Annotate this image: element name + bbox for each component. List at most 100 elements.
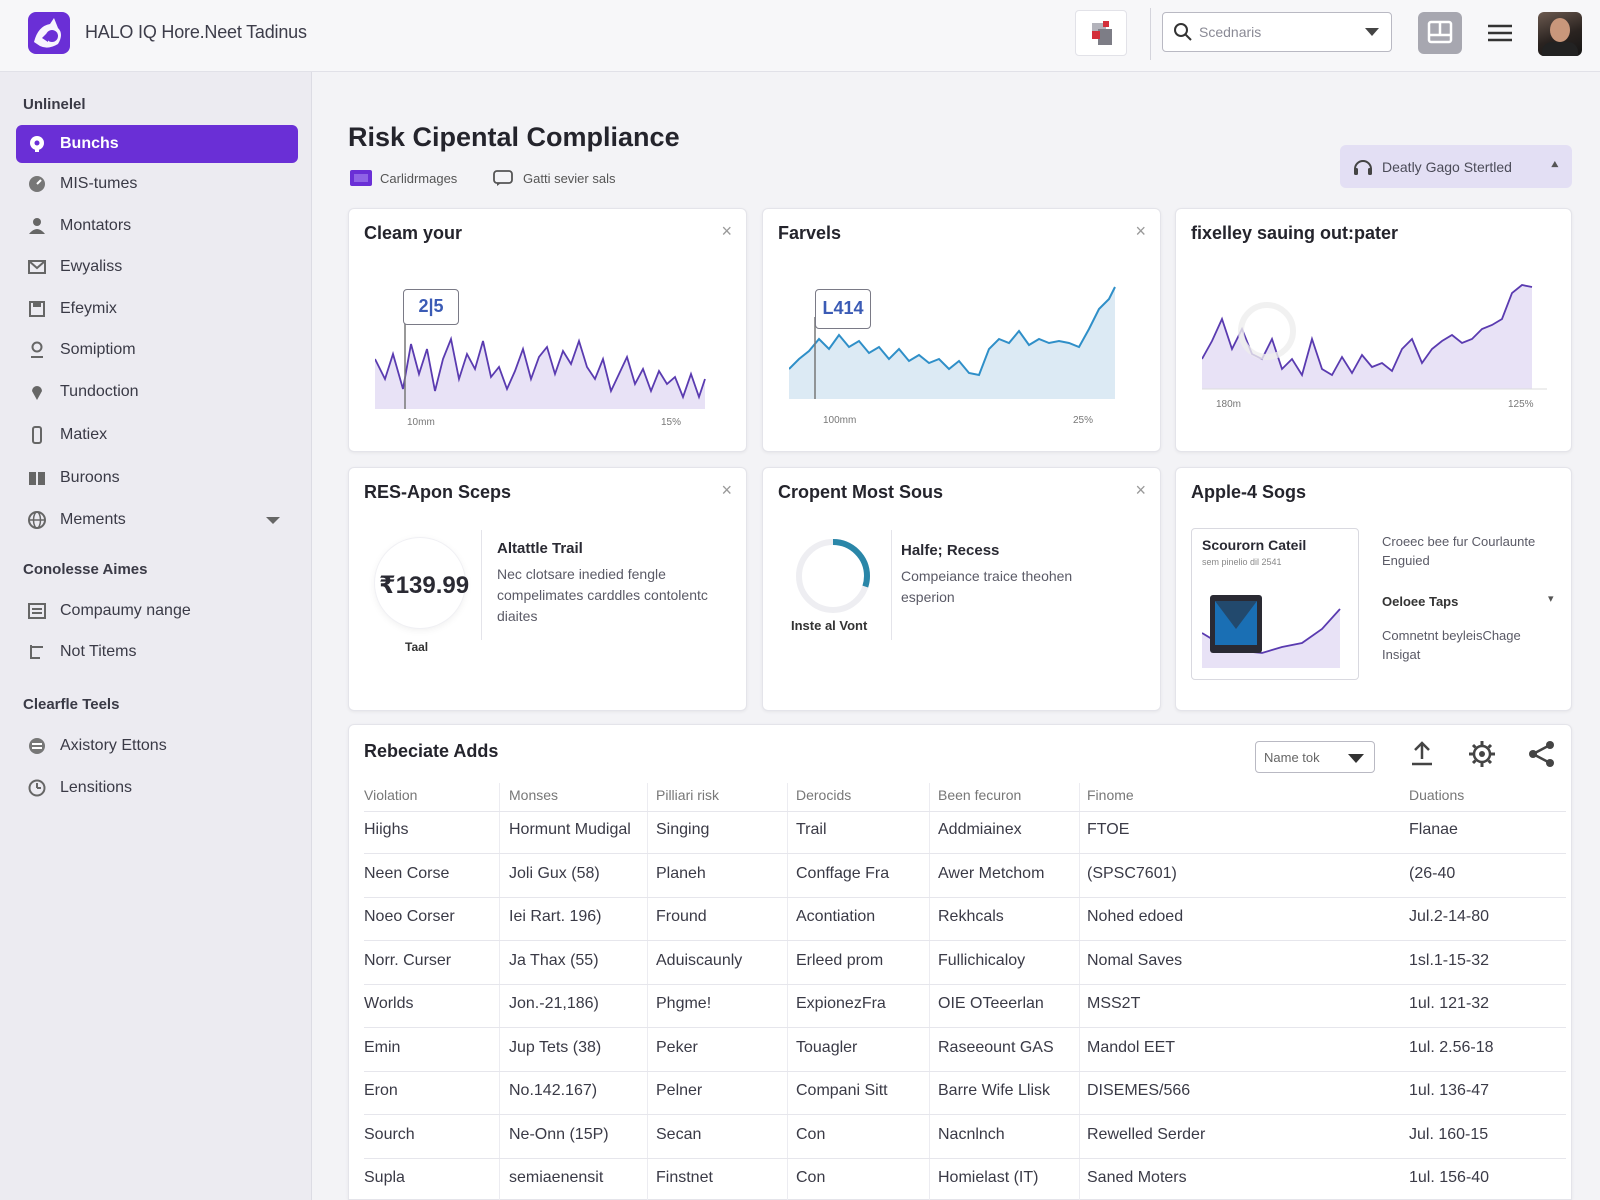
table-cell: Con	[796, 1169, 826, 1186]
sidebar-item-ewyaliss[interactable]: Ewyaliss	[16, 248, 298, 286]
table-cell: Compani Sitt	[796, 1082, 888, 1099]
table-cell: Eron	[364, 1082, 398, 1099]
table-cell: Raseeount GAS	[938, 1038, 1054, 1056]
table-cell: Hiighs	[364, 821, 409, 838]
inner-panel-title: Scourorn Cateil	[1202, 537, 1307, 553]
globe-icon	[28, 511, 46, 529]
sidebar-item-label: Tundoction	[60, 383, 139, 400]
table-card: Rebeciate Adds Name tok Violation Monses P…	[348, 724, 1572, 1200]
app-title: HALO IQ Hore.Neet Tadinus	[85, 22, 307, 42]
table-cell: 1sl.1-15-32	[1409, 951, 1490, 969]
sidebar-item-somiptiom[interactable]: Somiptiom	[16, 331, 298, 369]
sidebar-item-label: Matiex	[60, 426, 108, 443]
table-cell: Singing	[656, 821, 710, 838]
table-cell: Secan	[656, 1125, 702, 1143]
table-cell: Jup Tets (38)	[509, 1038, 602, 1056]
table-cell: semiaenensit	[509, 1169, 604, 1186]
table-filter-select[interactable]: Name tok	[1255, 741, 1375, 773]
sidebar-section-title: Conolesse Aimes	[23, 561, 148, 578]
pin-icon[interactable]: ⯅	[1550, 157, 1560, 173]
sidebar-item-mements[interactable]: Mements	[16, 501, 298, 539]
column-header[interactable]: Duations	[1409, 787, 1464, 803]
column-header[interactable]: Derocids	[796, 787, 851, 803]
ring-label: Inste al Vont	[791, 618, 868, 633]
table-cell: (SPSC7601)	[1087, 864, 1177, 882]
table-cell: Planeh	[656, 864, 706, 882]
column-divider	[787, 783, 788, 1200]
row-divider	[364, 896, 1566, 898]
chevron-down-icon[interactable]	[1365, 28, 1379, 36]
user-avatar[interactable]	[1538, 12, 1582, 56]
upload-icon[interactable]	[1407, 739, 1437, 769]
clock-icon	[28, 779, 46, 797]
sidebar-item-buroons[interactable]: Buroons	[16, 459, 298, 497]
progress-card-cropent: Cropent Most Sous × Inste al Vont Halfe;…	[762, 467, 1161, 711]
table-cell: Conffage Fra	[796, 864, 890, 882]
column-divider	[1079, 783, 1080, 1200]
sidebar-item-label: Not Titems	[60, 643, 137, 660]
sidebar-item-tundoction[interactable]: Tundoction	[16, 373, 298, 411]
axis-label-max: 125%	[1508, 399, 1534, 410]
table-cell: Norr. Curser	[364, 951, 452, 969]
sidebar-item-label: Lensitions	[60, 779, 133, 796]
alerts-button[interactable]	[1075, 10, 1127, 56]
close-icon[interactable]: ×	[721, 480, 732, 501]
sidebar-item-montators[interactable]: Montators	[16, 207, 298, 245]
card-subheading: Halfe; Recess	[901, 542, 1000, 559]
value-tag: L414	[815, 289, 871, 329]
row-divider	[364, 1114, 1566, 1115]
row-divider	[364, 1157, 1566, 1159]
column-header[interactable]: Monses	[509, 787, 558, 803]
close-icon[interactable]: ×	[1135, 221, 1146, 242]
column-header[interactable]: Finome	[1087, 787, 1134, 803]
side-dropdown-label[interactable]: Oeloee Taps	[1382, 594, 1458, 609]
table-cell: MSS2T	[1087, 995, 1141, 1012]
app-logo[interactable]	[28, 12, 70, 54]
table-cell: Saned Moters	[1087, 1169, 1187, 1186]
card-divider	[891, 530, 892, 640]
sidebar-item-bunchs[interactable]: Bunchs	[16, 125, 298, 163]
close-icon[interactable]: ×	[1135, 480, 1146, 501]
swap-icon	[29, 738, 45, 754]
layout-button[interactable]	[1418, 12, 1462, 54]
sidebar-item-mis-tumes[interactable]: MIS-tumes	[16, 165, 298, 203]
table-cell: Ja Thax (55)	[509, 951, 599, 969]
menu-button[interactable]	[1478, 12, 1522, 54]
gear-icon[interactable]	[1467, 739, 1497, 769]
table-cell: Homielast (IT)	[938, 1169, 1039, 1186]
card-title: Cropent Most Sous	[778, 482, 943, 502]
sidebar-item-matiex[interactable]: Matiex	[16, 416, 298, 454]
search-placeholder: Scednaris	[1199, 24, 1262, 40]
card-title: Apple-4 Sogs	[1191, 482, 1307, 502]
inner-chart-panel[interactable]: Scourorn Cateil sem pinelio dil 2541	[1191, 528, 1359, 680]
chart-card-farvels: Farvels × L414 100mm 25%	[762, 208, 1161, 452]
location-pin-icon	[32, 386, 42, 400]
chevron-down-icon[interactable]	[266, 517, 280, 524]
table-cell: Nohed edoed	[1087, 908, 1184, 925]
table-cell: Sourch	[364, 1125, 415, 1143]
search-input[interactable]: Scednaris	[1162, 12, 1392, 52]
close-icon[interactable]: ×	[721, 221, 732, 242]
user-icon	[29, 218, 45, 234]
column-header[interactable]: Violation	[364, 787, 417, 803]
book-icon	[29, 472, 45, 485]
chevron-down-icon[interactable]: ▾	[1548, 592, 1554, 605]
sidebar-item-efeymix[interactable]: Efeymix	[16, 290, 298, 328]
sidebar-item-not-titems[interactable]: Not Titems	[16, 633, 298, 671]
sidebar-item-compaumy-nange[interactable]: Compaumy nange	[16, 592, 298, 630]
table-cell: No.142.167)	[509, 1082, 598, 1099]
tab-gatti-sevier-sals[interactable]: Gatti sevier sals	[493, 170, 615, 186]
column-header[interactable]: Been fecuron	[938, 787, 1021, 803]
row-divider	[364, 983, 1566, 985]
table-cell: Nomal Saves	[1087, 951, 1183, 969]
sidebar-item-lensitions[interactable]: Lensitions	[16, 769, 298, 807]
table-cell: FTOE	[1087, 821, 1130, 838]
column-header[interactable]: Pilliari risk	[656, 787, 719, 803]
table-cell: Fullichicaloy	[938, 951, 1026, 969]
status-pill[interactable]: Deatly Gago Stertled ⯅	[1340, 145, 1572, 188]
sidebar-item-axistory-ettons[interactable]: Axistory Ettons	[16, 727, 298, 765]
list-icon	[28, 603, 46, 619]
share-icon[interactable]	[1527, 739, 1557, 769]
tab-carlidrmages[interactable]: Carlidrmages	[350, 170, 457, 186]
card-body-text: Nec clotsare inedied fengle compelimates…	[497, 566, 708, 624]
